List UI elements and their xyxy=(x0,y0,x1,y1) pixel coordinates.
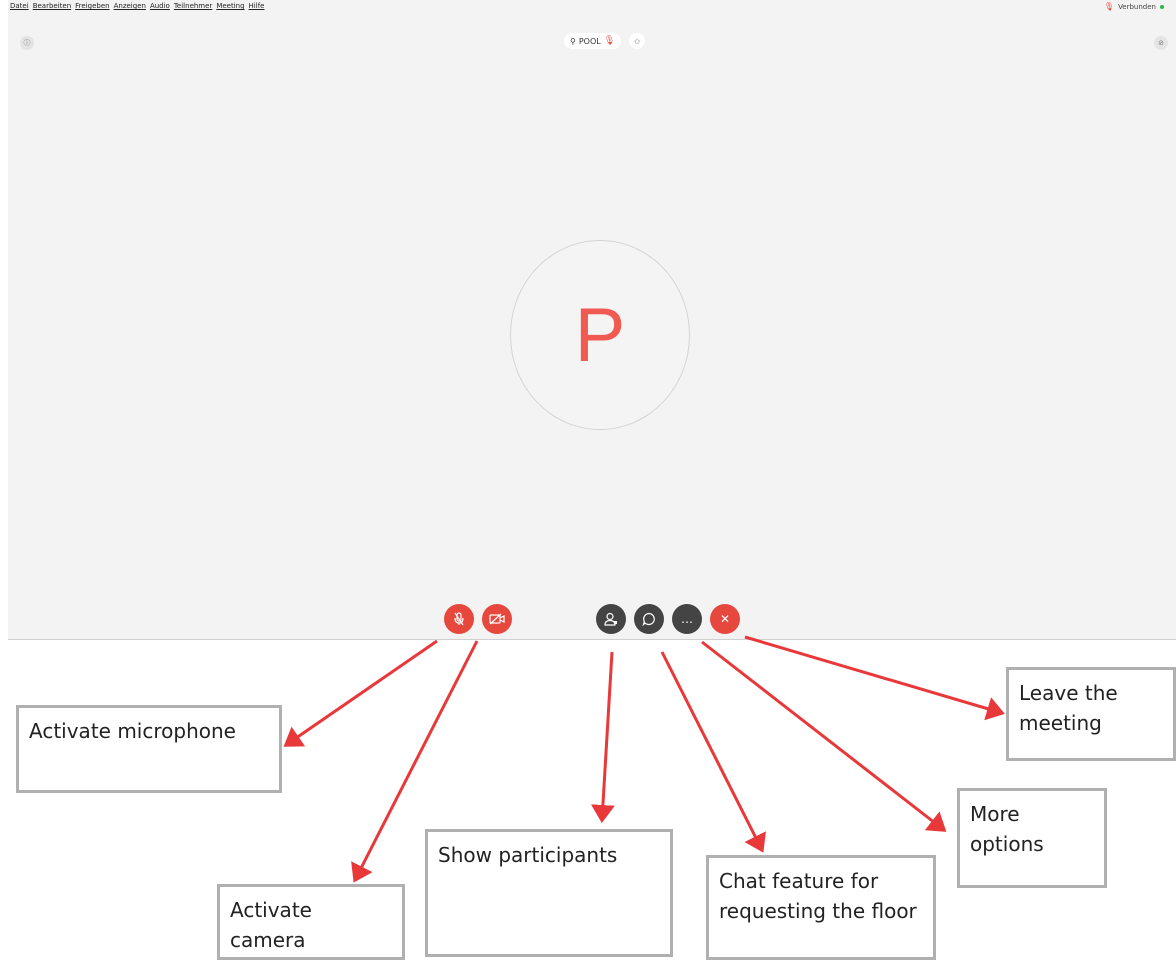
callout-camera-text: Activate camera xyxy=(230,898,312,952)
callout-leave-text: Leave the meeting xyxy=(1019,681,1118,735)
arrow-leave xyxy=(744,635,1005,721)
arrow-chat xyxy=(660,651,766,853)
callout-participants: Show participants xyxy=(425,829,673,957)
callout-more-text: More options xyxy=(970,802,1044,856)
callout-participants-text: Show participants xyxy=(438,843,618,867)
arrow-participants xyxy=(590,651,615,823)
callout-microphone: Activate microphone xyxy=(16,705,282,793)
callout-camera: Activate camera xyxy=(217,884,405,960)
callout-chat: Chat feature for requesting the floor xyxy=(706,855,936,960)
callout-leave: Leave the meeting xyxy=(1006,667,1176,761)
callout-microphone-text: Activate microphone xyxy=(29,719,236,743)
callout-chat-text: Chat feature for requesting the floor xyxy=(719,869,917,923)
arrow-microphone xyxy=(283,639,438,747)
callout-more: More options xyxy=(957,788,1107,888)
